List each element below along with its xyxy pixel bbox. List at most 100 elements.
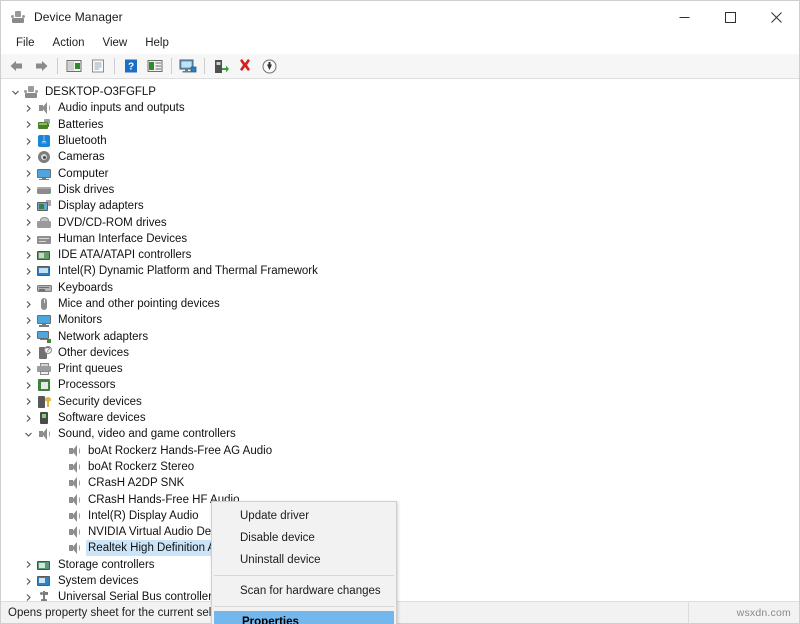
mouse-icon [36, 296, 52, 312]
tree-node[interactable]: Batteries [1, 117, 799, 133]
tree-node[interactable]: Disk drives [1, 182, 799, 198]
context-menu[interactable]: Update driver Disable device Uninstall d… [211, 501, 397, 624]
chevron-right-icon[interactable] [20, 182, 36, 198]
tree-node-label: Other devices [56, 345, 131, 361]
chevron-right-icon[interactable] [20, 573, 36, 589]
uninstall-device-button[interactable] [233, 55, 257, 77]
tree-node[interactable]: Universal Serial Bus controllers [1, 589, 799, 601]
chevron-right-icon[interactable] [20, 296, 36, 312]
properties-button[interactable] [86, 55, 110, 77]
speaker-icon [66, 540, 82, 556]
chevron-right-icon[interactable] [20, 557, 36, 573]
usb-controller-icon [36, 589, 52, 601]
context-menu-item-scan-hardware-changes[interactable]: Scan for hardware changes [212, 580, 396, 602]
speaker-icon [66, 443, 82, 459]
tree-node[interactable]: Mice and other pointing devices [1, 296, 799, 312]
tree-node[interactable]: Human Interface Devices [1, 231, 799, 247]
tree-node[interactable]: System devices [1, 573, 799, 589]
tree-node[interactable]: Sound, video and game controllers [1, 426, 799, 442]
chevron-right-icon[interactable] [20, 198, 36, 214]
chevron-right-icon[interactable] [20, 329, 36, 345]
minimize-button[interactable] [661, 1, 707, 33]
tree-node[interactable]: Audio inputs and outputs [1, 100, 799, 116]
chevron-down-icon[interactable] [7, 84, 23, 100]
tree-node-label: Cameras [56, 149, 107, 165]
disable-device-button[interactable] [257, 55, 281, 77]
chevron-right-icon[interactable] [20, 247, 36, 263]
tree-node[interactable]: Realtek High Definition Audio [1, 540, 799, 556]
view-details-button[interactable] [143, 55, 167, 77]
tree-node[interactable]: Computer [1, 165, 799, 181]
intel-platform-icon [36, 263, 52, 279]
tree-node[interactable]: CRasH Hands-Free HF Audio [1, 491, 799, 507]
tree-node[interactable]: Monitors [1, 312, 799, 328]
chevron-right-icon[interactable] [20, 280, 36, 296]
tree-node[interactable]: Display adapters [1, 198, 799, 214]
forward-button[interactable] [29, 55, 53, 77]
chevron-right-icon[interactable] [20, 215, 36, 231]
tree-node-label: Disk drives [56, 182, 116, 198]
chevron-right-icon[interactable] [20, 589, 36, 601]
chevron-right-icon[interactable] [20, 166, 36, 182]
chevron-right-icon[interactable] [20, 361, 36, 377]
context-menu-item-properties[interactable]: Properties [214, 611, 394, 624]
chevron-right-icon[interactable] [20, 100, 36, 116]
tree-node[interactable]: Software devices [1, 410, 799, 426]
menu-item-file[interactable]: File [7, 34, 44, 53]
chevron-right-icon[interactable] [20, 410, 36, 426]
close-button[interactable] [753, 1, 799, 33]
tree-node[interactable]: ᛦBluetooth [1, 133, 799, 149]
monitor-icon [36, 166, 52, 182]
help-button[interactable]: ? [119, 55, 143, 77]
chevron-right-icon[interactable] [20, 263, 36, 279]
chevron-down-icon[interactable] [20, 426, 36, 442]
tree-node-label: Network adapters [56, 329, 150, 345]
menu-item-action[interactable]: Action [44, 34, 94, 53]
chevron-right-icon[interactable] [20, 149, 36, 165]
tree-node[interactable]: IDE ATA/ATAPI controllers [1, 247, 799, 263]
tree-node-label: IDE ATA/ATAPI controllers [56, 247, 193, 263]
chevron-right-icon[interactable] [20, 312, 36, 328]
context-menu-item-disable-device[interactable]: Disable device [212, 527, 396, 549]
tree-node-label: Computer [56, 166, 111, 182]
tree-node[interactable]: boAt Rockerz Hands-Free AG Audio [1, 443, 799, 459]
tree-node[interactable]: NVIDIA Virtual Audio Device (Wave Extens… [1, 524, 799, 540]
tree-node[interactable]: Print queues [1, 361, 799, 377]
tree-node[interactable]: Storage controllers [1, 557, 799, 573]
tree-node-label: Universal Serial Bus controllers [56, 589, 220, 601]
chevron-right-icon[interactable] [20, 231, 36, 247]
tree-node[interactable]: Keyboards [1, 280, 799, 296]
tree-node[interactable]: Intel(R) Display Audio [1, 508, 799, 524]
window-title: Device Manager [34, 10, 123, 24]
back-button[interactable] [5, 55, 29, 77]
speaker-icon [66, 524, 82, 540]
tree-node[interactable]: Cameras [1, 149, 799, 165]
tree-node[interactable]: CRasH A2DP SNK [1, 475, 799, 491]
tree-node[interactable]: Intel(R) Dynamic Platform and Thermal Fr… [1, 263, 799, 279]
chevron-right-icon[interactable] [20, 345, 36, 361]
show-hide-console-tree-button[interactable] [62, 55, 86, 77]
update-driver-button[interactable] [209, 55, 233, 77]
tree-node-label: Monitors [56, 312, 104, 328]
chevron-right-icon[interactable] [20, 133, 36, 149]
tree-node[interactable]: Processors [1, 377, 799, 393]
device-tree[interactable]: DESKTOP-O3FGFLP Audio inputs and outputs… [1, 79, 799, 601]
context-menu-item-uninstall-device[interactable]: Uninstall device [212, 549, 396, 571]
tree-node[interactable]: DVD/CD-ROM drives [1, 214, 799, 230]
tree-node[interactable]: ?Other devices [1, 345, 799, 361]
tree-node[interactable]: boAt Rockerz Stereo [1, 459, 799, 475]
tree-node-label: Mice and other pointing devices [56, 296, 222, 312]
tree-node-label: Keyboards [56, 280, 115, 296]
scan-hardware-changes-button[interactable] [176, 55, 200, 77]
maximize-button[interactable] [707, 1, 753, 33]
menu-item-help[interactable]: Help [136, 34, 178, 53]
context-menu-item-update-driver[interactable]: Update driver [212, 505, 396, 527]
menu-item-view[interactable]: View [94, 34, 137, 53]
tree-root-node[interactable]: DESKTOP-O3FGFLP [1, 84, 799, 100]
chevron-right-icon[interactable] [20, 377, 36, 393]
tree-indent-spacer [50, 459, 66, 475]
tree-node[interactable]: Security devices [1, 394, 799, 410]
chevron-right-icon[interactable] [20, 394, 36, 410]
chevron-right-icon[interactable] [20, 117, 36, 133]
tree-node[interactable]: Network adapters [1, 328, 799, 344]
